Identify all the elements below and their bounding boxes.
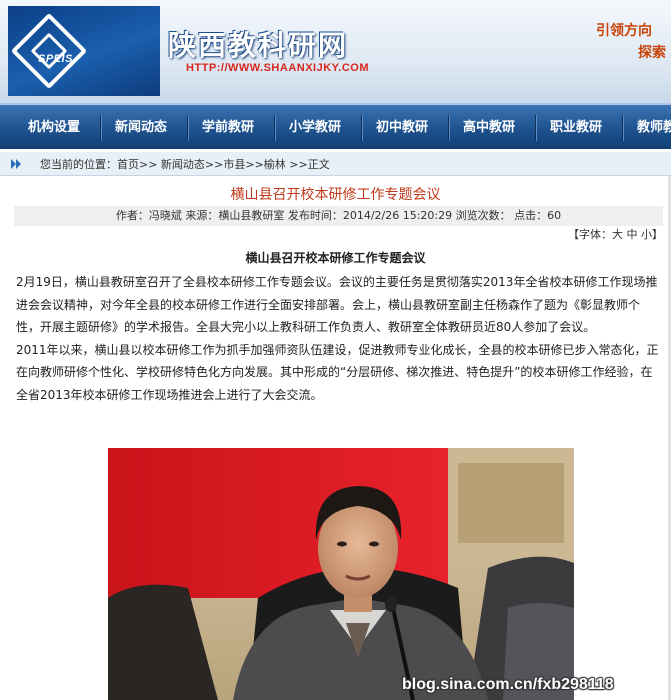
site-slogan: 引领方向 探索 — [596, 20, 666, 64]
font-small-link[interactable]: 小 — [641, 228, 652, 241]
nav-separator — [187, 115, 189, 141]
article-paragraph: 2月19日，横山县教研室召开了全县校本研修工作专题会议。会议的主要任务是贯彻落实… — [16, 275, 658, 334]
article-meta: 作者：冯晓斌 来源：横山县教研室 发布时间：2014/2/26 15:20:29… — [14, 206, 663, 226]
slogan-line-2: 探索 — [638, 45, 666, 61]
nav-item-preschool[interactable]: 学前教研 — [202, 115, 254, 141]
article-body: 2月19日，横山县教研室召开了全县校本研修工作专题会议。会议的主要任务是贯彻落实… — [16, 271, 662, 406]
site-url: HTTP://WWW.SHAANXIJKY.COM — [186, 62, 369, 74]
photo-watermark: blog.sina.com.cn/fxb298118 — [402, 676, 614, 693]
double-arrow-icon — [11, 159, 21, 169]
article-photo — [108, 448, 574, 700]
font-large-link[interactable]: 大 — [612, 228, 623, 241]
nav-separator — [448, 115, 450, 141]
nav-separator — [535, 115, 537, 141]
font-medium-link[interactable]: 中 — [627, 228, 638, 241]
nav-item-vocational[interactable]: 职业教研 — [550, 115, 602, 141]
nav-item-institution[interactable]: 机构设置 — [28, 115, 80, 141]
font-size-end: 】 — [652, 228, 663, 241]
nav-separator — [361, 115, 363, 141]
nav-item-senior-high[interactable]: 高中教研 — [463, 115, 515, 141]
slogan-line-1: 引领方向 — [596, 23, 652, 39]
article-subtitle: 横山县召开校本研修工作专题会议 — [245, 251, 426, 265]
nav-item-teacher[interactable]: 教师教 — [637, 115, 671, 141]
nav-separator — [274, 115, 276, 141]
nav-separator — [100, 115, 102, 141]
site-header: SPEIS 陕西教科研网 HTTP://WWW.SHAANXIJKY.COM 引… — [0, 0, 671, 103]
site-title: 陕西教科研网 — [168, 29, 349, 62]
nav-item-primary[interactable]: 小学教研 — [289, 115, 341, 141]
meeting-photo-image — [108, 448, 574, 700]
main-nav: 机构设置 新闻动态 学前教研 小学教研 初中教研 高中教研 职业教研 教师教 — [0, 103, 671, 149]
logo-text: SPEIS — [38, 53, 73, 65]
site-logo[interactable]: SPEIS — [8, 6, 160, 96]
article-paragraph: 2011年以来，横山县以校本研修工作为抓手加强师资队伍建设，促进教师专业化成长，… — [16, 342, 659, 402]
nav-separator — [622, 115, 624, 141]
breadcrumb: 您当前的位置：首页>> 新闻动态>>市县>>榆林 >>正文 — [0, 152, 671, 176]
nav-item-junior-high[interactable]: 初中教研 — [376, 115, 428, 141]
font-size-label: 【字体： — [568, 228, 612, 241]
article-title: 横山县召开校本研修工作专题会议 — [230, 187, 441, 203]
nav-item-news[interactable]: 新闻动态 — [115, 115, 167, 141]
font-size-selector: 【字体：大 中 小】 — [568, 226, 663, 242]
breadcrumb-text[interactable]: 您当前的位置：首页>> 新闻动态>>市县>>榆林 >>正文 — [40, 156, 330, 172]
